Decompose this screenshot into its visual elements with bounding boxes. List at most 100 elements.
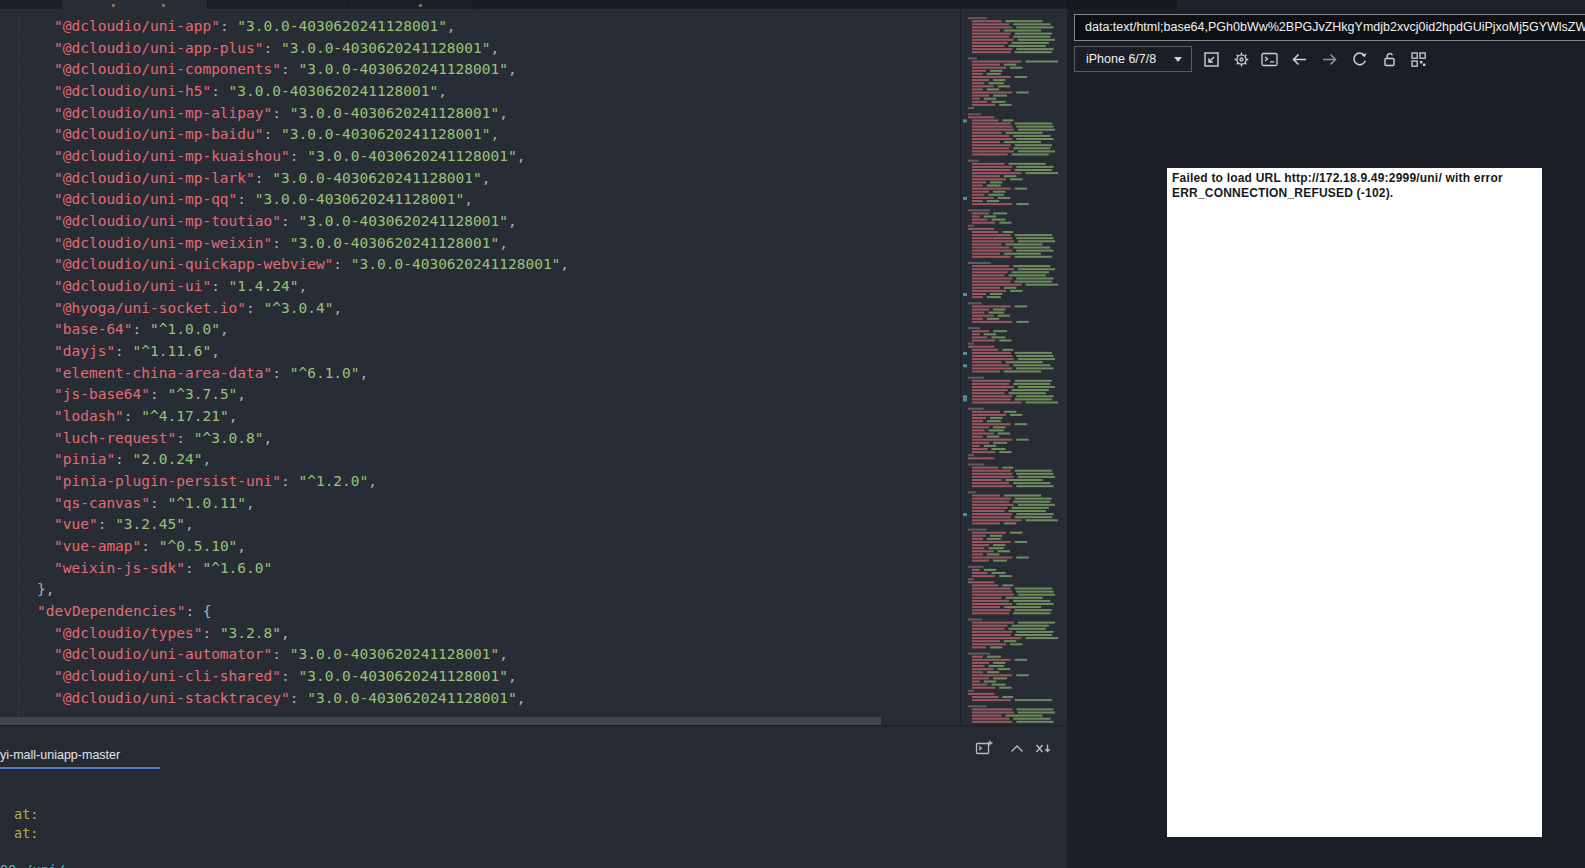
token: , xyxy=(298,278,307,294)
token: : xyxy=(98,516,115,532)
code-line[interactable]: "@dcloudio/uni-mp-baidu": "3.0.0-4030620… xyxy=(0,123,960,145)
code-line[interactable]: "@dcloudio/uni-app": "3.0.0-403062024112… xyxy=(0,15,960,37)
editor-tab[interactable] xyxy=(348,0,474,9)
new-terminal-icon[interactable] xyxy=(974,739,994,759)
code-line[interactable]: "dayjs": "^1.11.6", xyxy=(0,340,960,362)
token: , xyxy=(508,213,517,229)
back-arrow-icon[interactable] xyxy=(1290,50,1309,69)
token: "lodash" xyxy=(54,408,124,424)
settings-gear-icon[interactable] xyxy=(1232,50,1251,69)
token: "^3.0.4" xyxy=(264,300,334,316)
token: "@dcloudio/uni-mp-qq" xyxy=(54,191,237,207)
browser-preview-panel: data:text/html;base64,PGh0bWw%2BPGJvZHkg… xyxy=(1067,0,1585,868)
editor-tab[interactable] xyxy=(62,0,208,9)
code-line[interactable]: "@dcloudio/uni-quickapp-webview": "3.0.0… xyxy=(0,253,960,275)
token: : xyxy=(185,560,202,576)
code-line[interactable]: "@dcloudio/uni-mp-qq": "3.0.0-4030620241… xyxy=(0,188,960,210)
token: , xyxy=(360,365,369,381)
horizontal-scrollbar-thumb[interactable] xyxy=(0,717,881,725)
token: : xyxy=(272,235,289,251)
token: "vue-amap" xyxy=(54,538,141,554)
code-line[interactable]: "vue": "3.2.45", xyxy=(0,513,960,535)
code-line[interactable]: "lodash": "^4.17.21", xyxy=(0,405,960,427)
token: : xyxy=(272,105,289,121)
device-screen[interactable]: Failed to load URL http://172.18.9.49:29… xyxy=(1167,168,1542,837)
code-line[interactable]: "pinia-plugin-persist-uni": "^1.2.0", xyxy=(0,470,960,492)
token: "3.2.45" xyxy=(115,516,185,532)
token: , xyxy=(237,538,246,554)
token: "dayjs" xyxy=(54,343,115,359)
token: "vue" xyxy=(54,516,98,532)
token: , xyxy=(229,408,238,424)
url-input[interactable]: data:text/html;base64,PGh0bWw%2BPGJvZHkg… xyxy=(1074,14,1585,41)
unlock-icon[interactable] xyxy=(1380,50,1399,69)
tab-label-fragment xyxy=(162,4,165,7)
forward-arrow-icon[interactable] xyxy=(1320,50,1339,69)
token: , xyxy=(438,83,447,99)
code-line[interactable]: "devDependencies": { xyxy=(0,600,960,622)
token: : xyxy=(281,473,298,489)
preview-tab[interactable] xyxy=(1177,0,1585,10)
code-line[interactable]: }, xyxy=(0,578,960,600)
token: "@dcloudio/uni-mp-lark" xyxy=(54,170,255,186)
token: "^1.2.0" xyxy=(298,473,368,489)
terminal-output-line: at: xyxy=(14,805,38,824)
terminal-tab[interactable]: yi-mall-uniapp-master xyxy=(0,748,120,762)
token: : xyxy=(133,321,150,337)
code-line[interactable]: "@dcloudio/uni-ui": "1.4.24", xyxy=(0,275,960,297)
code-line[interactable]: "@dcloudio/uni-stacktracey": "3.0.0-4030… xyxy=(0,687,960,709)
device-select[interactable]: iPhone 6/7/8 xyxy=(1074,46,1192,72)
token: , xyxy=(508,668,517,684)
detach-window-icon[interactable] xyxy=(1202,50,1221,69)
token: "1.4.24" xyxy=(229,278,299,294)
maximize-panel-icon[interactable] xyxy=(1007,739,1027,759)
token: , xyxy=(499,235,508,251)
code-line[interactable]: "vue-amap": "^0.5.10", xyxy=(0,535,960,557)
token: : xyxy=(290,690,307,706)
code-line[interactable]: "@dcloudio/uni-mp-lark": "3.0.0-40306202… xyxy=(0,167,960,189)
code-line[interactable]: "@dcloudio/uni-mp-toutiao": "3.0.0-40306… xyxy=(0,210,960,232)
token: "@dcloudio/uni-stacktracey" xyxy=(54,690,290,706)
editor-tab[interactable] xyxy=(208,0,348,9)
token: "3.0.0-4030620241128001" xyxy=(281,40,491,56)
token: "2.0.24" xyxy=(133,451,203,467)
minimap[interactable] xyxy=(960,9,1067,725)
code-line[interactable]: "@dcloudio/uni-automator": "3.0.0-403062… xyxy=(0,643,960,665)
code-line[interactable]: "@hyoga/uni-socket.io": "^3.0.4", xyxy=(0,297,960,319)
token: "^4.17.21" xyxy=(141,408,228,424)
tab-label-fragment xyxy=(419,4,422,7)
code-line[interactable]: "@dcloudio/uni-cli-shared": "3.0.0-40306… xyxy=(0,665,960,687)
devtools-console-icon[interactable] xyxy=(1260,50,1279,69)
token: "@dcloudio/uni-mp-toutiao" xyxy=(54,213,281,229)
code-line[interactable]: "@dcloudio/uni-app-plus": "3.0.0-4030620… xyxy=(0,37,960,59)
token: "@dcloudio/uni-ui" xyxy=(54,278,211,294)
code-line[interactable]: "js-base64": "^3.7.5", xyxy=(0,383,960,405)
close-panel-icon[interactable] xyxy=(1033,739,1053,759)
token: "@dcloudio/uni-app-plus" xyxy=(54,40,264,56)
code-line[interactable]: "@dcloudio/uni-mp-alipay": "3.0.0-403062… xyxy=(0,102,960,124)
token: , xyxy=(517,148,526,164)
code-line[interactable]: "weixin-js-sdk": "^1.6.0" xyxy=(0,557,960,579)
refresh-icon[interactable] xyxy=(1350,50,1369,69)
qr-code-icon[interactable] xyxy=(1409,50,1428,69)
token: "3.0.0-4030620241128001" xyxy=(290,235,500,251)
editor-tab[interactable] xyxy=(0,0,62,9)
code-line[interactable]: "element-china-area-data": "^6.1.0", xyxy=(0,362,960,384)
code-line[interactable]: "@dcloudio/uni-mp-kuaishou": "3.0.0-4030… xyxy=(0,145,960,167)
code-line[interactable]: "@dcloudio/uni-h5": "3.0.0-4030620241128… xyxy=(0,80,960,102)
terminal-output-line: at: xyxy=(14,824,38,843)
code-line[interactable]: "pinia": "2.0.24", xyxy=(0,448,960,470)
token: : xyxy=(124,408,141,424)
code-line[interactable]: "luch-request": "^3.0.8", xyxy=(0,427,960,449)
token: "luch-request" xyxy=(54,430,176,446)
token: : xyxy=(202,625,219,641)
code-editor[interactable]: "@dcloudio/uni-app": "3.0.0-403062024112… xyxy=(0,9,960,725)
code-line[interactable]: "qs-canvas": "^1.0.11", xyxy=(0,492,960,514)
code-line[interactable]: "@dcloudio/uni-mp-weixin": "3.0.0-403062… xyxy=(0,232,960,254)
token: : xyxy=(281,213,298,229)
token: "@dcloudio/uni-mp-weixin" xyxy=(54,235,272,251)
code-line[interactable]: "@dcloudio/types": "3.2.8", xyxy=(0,622,960,644)
token: "3.0.0-4030620241128001" xyxy=(298,213,508,229)
code-line[interactable]: "@dcloudio/uni-components": "3.0.0-40306… xyxy=(0,58,960,80)
code-line[interactable]: "base-64": "^1.0.0", xyxy=(0,318,960,340)
